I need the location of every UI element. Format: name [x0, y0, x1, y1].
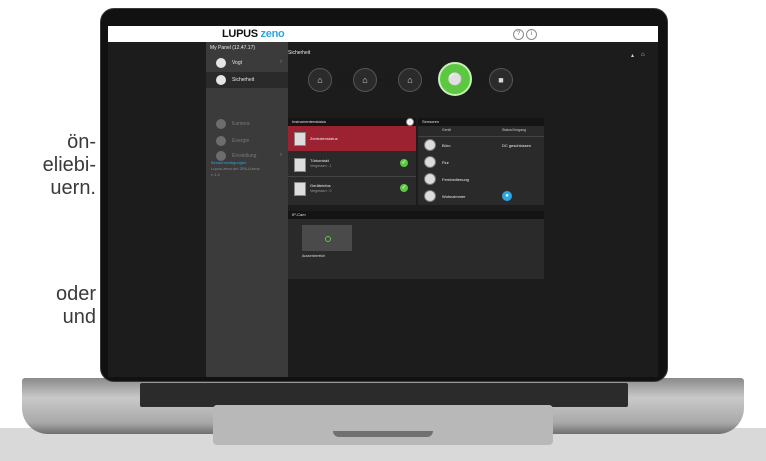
panel-device-icon [294, 132, 306, 146]
door-icon [294, 158, 306, 172]
sidebar-item-label: Einstellung [232, 153, 257, 159]
user-icon [216, 58, 226, 68]
promo-text-block-1: ön- eliebi- uern. [0, 131, 96, 200]
camera-icon [216, 119, 226, 129]
promo-line: oder [55, 283, 96, 305]
mode-lock-icon[interactable]: ■ [489, 68, 513, 92]
divider [288, 176, 416, 177]
app-top-bar: LUPUS zeno ? i [108, 26, 658, 42]
divider [418, 136, 544, 137]
chart-icon[interactable]: ▴ [631, 52, 634, 59]
laptop-notch [333, 431, 433, 437]
column-header-device: Gerät [442, 128, 451, 132]
promo-line: und [62, 306, 96, 328]
sensor-card-header: Sensoren [418, 118, 544, 126]
camera-icon[interactable]: ● [502, 191, 512, 201]
sidebar-item-label: Sicherheit [232, 77, 255, 83]
sidebar-item-energy[interactable]: Energie [206, 133, 288, 149]
sidebar-item-user[interactable]: Vogt › [206, 55, 288, 71]
column-header-status: Status/Vorgang [502, 128, 526, 132]
camera-thumbnail[interactable] [302, 225, 352, 251]
laptop-keyboard [140, 383, 628, 407]
status-card: Instrumentenstatus i Zentralenstatus Tür… [288, 118, 416, 205]
row-sub: Vergessen : 1 [310, 164, 332, 168]
promo-line: ön- [67, 131, 96, 153]
info-icon[interactable]: i [406, 118, 414, 126]
alarm-status-row[interactable]: Zentralenstatus [288, 126, 416, 151]
sidebar-item-label: Kamera [232, 121, 250, 127]
sidebar-item-label: Energie [232, 138, 250, 144]
camera-label: Aussenbereich [302, 254, 326, 258]
license-info: Lupus-zeno.de/ 2FA-Lizenz [211, 166, 260, 171]
sensor-name: Wohnzimmer [442, 194, 466, 199]
loading-icon [325, 236, 331, 242]
sidebar-item-camera[interactable]: Kamera [206, 116, 288, 132]
mode-home-2-icon[interactable]: ⌂ [353, 68, 377, 92]
info-icon[interactable]: i [526, 29, 537, 40]
sidebar-item-security[interactable]: Sicherheit [206, 72, 288, 88]
panel-label[interactable]: My Panel (12.47.17) [210, 45, 255, 51]
row-label: Geräteinfos [310, 183, 331, 188]
sensor-motion-icon [424, 156, 436, 168]
alarm-status-label: Zentralenstatus [310, 136, 338, 141]
row-sub: Vergessen : 0 [310, 189, 332, 193]
help-icon[interactable]: ? [513, 29, 524, 40]
sidebar: My Panel (12.47.17) Vogt › Sicherheit Ka… [206, 42, 288, 377]
version-info: v 1.4 [211, 172, 220, 177]
mode-home-3-icon[interactable]: ⌂ [398, 68, 422, 92]
shield-icon [216, 75, 226, 85]
sensor-name: Fernbedienung [442, 177, 469, 182]
notification-info: Benachrichtigungen [211, 160, 247, 165]
sensor-name: Flur [442, 160, 449, 165]
ipcam-card-header: IP-Cam [288, 211, 544, 219]
brand-logo: LUPUS zeno [222, 28, 285, 40]
chevron-right-icon: › [280, 59, 282, 65]
promo-line: uern. [50, 177, 96, 199]
app-screen: LUPUS zeno ? i My Panel (12.47.17) Vogt … [108, 26, 658, 377]
sensor-door-icon [424, 139, 436, 151]
sensor-room-icon [424, 190, 436, 202]
check-icon: ✓ [400, 159, 408, 167]
sensor-status: DC geschlossen [502, 143, 532, 148]
device-icon [294, 182, 306, 196]
promo-line: eliebi- [42, 154, 96, 176]
ipcam-card: IP-Cam Aussenbereich [288, 211, 544, 279]
energy-icon [216, 136, 226, 146]
check-icon: ✓ [400, 184, 408, 192]
row-label: Türkontakt [310, 158, 329, 163]
laptop-trackpad [213, 405, 553, 445]
mode-home-1-icon[interactable]: ⌂ [308, 68, 332, 92]
mode-unlock-icon[interactable]: ⚪ [438, 62, 472, 96]
chevron-right-icon: › [280, 152, 282, 158]
sensor-remote-icon [424, 173, 436, 185]
sidebar-item-label: Vogt [232, 60, 243, 66]
status-card-header: Instrumentenstatus [288, 118, 416, 126]
sensor-name: Büro [442, 143, 451, 148]
sensor-card: Sensoren Gerät Status/Vorgang Büro DC ge… [418, 118, 544, 205]
home-settings-icon[interactable]: ⌂ [641, 52, 645, 58]
page-title: Sicherheit [288, 50, 311, 56]
promo-text-block-2: oder und [0, 283, 96, 329]
